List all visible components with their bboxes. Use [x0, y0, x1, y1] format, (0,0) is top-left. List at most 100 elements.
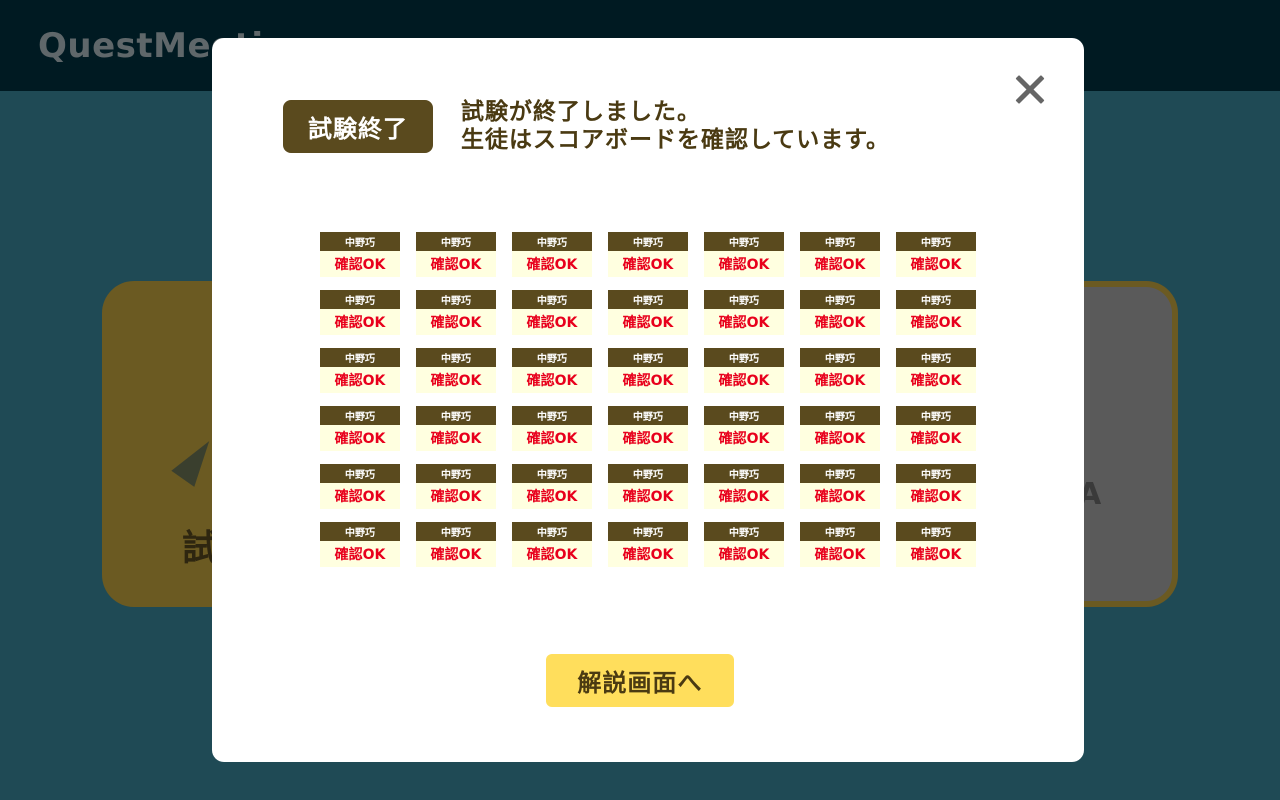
student-confirm-status: 確認OK — [608, 251, 688, 277]
student-name: 中野巧 — [704, 522, 784, 541]
student-name: 中野巧 — [704, 464, 784, 483]
student-name: 中野巧 — [320, 406, 400, 425]
student-confirm-status: 確認OK — [704, 367, 784, 393]
student-confirm-status: 確認OK — [512, 541, 592, 567]
student-confirm-status: 確認OK — [896, 251, 976, 277]
modal-message: 試験が終了しました。 生徒はスコアボードを確認しています。 — [461, 98, 890, 154]
student-confirm-status: 確認OK — [320, 483, 400, 509]
student-confirm-status: 確認OK — [320, 251, 400, 277]
student-name: 中野巧 — [608, 522, 688, 541]
student-tile: 中野巧 確認OK — [896, 348, 976, 393]
student-name: 中野巧 — [320, 464, 400, 483]
student-confirm-status: 確認OK — [800, 483, 880, 509]
student-confirm-status: 確認OK — [512, 483, 592, 509]
student-confirm-status: 確認OK — [704, 251, 784, 277]
student-confirm-status: 確認OK — [896, 367, 976, 393]
student-name: 中野巧 — [320, 232, 400, 251]
student-tile: 中野巧 確認OK — [800, 522, 880, 567]
exam-finished-modal: 試験終了 試験が終了しました。 生徒はスコアボードを確認しています。 中野巧 確認… — [212, 38, 1084, 762]
student-confirm-status: 確認OK — [800, 251, 880, 277]
student-tile: 中野巧 確認OK — [512, 348, 592, 393]
student-tile: 中野巧 確認OK — [704, 290, 784, 335]
student-confirm-status: 確認OK — [512, 309, 592, 335]
student-tile: 中野巧 確認OK — [704, 522, 784, 567]
student-confirm-status: 確認OK — [896, 309, 976, 335]
student-tile: 中野巧 確認OK — [320, 348, 400, 393]
student-tile: 中野巧 確認OK — [320, 290, 400, 335]
student-name: 中野巧 — [416, 290, 496, 309]
student-confirm-status: 確認OK — [608, 367, 688, 393]
student-confirm-status: 確認OK — [416, 367, 496, 393]
student-confirm-status: 確認OK — [512, 367, 592, 393]
student-name: 中野巧 — [896, 406, 976, 425]
student-name: 中野巧 — [608, 464, 688, 483]
student-name: 中野巧 — [800, 464, 880, 483]
student-tile: 中野巧 確認OK — [512, 464, 592, 509]
student-confirm-status: 確認OK — [512, 251, 592, 277]
status-badge: 試験終了 — [283, 100, 433, 153]
student-name: 中野巧 — [704, 290, 784, 309]
student-confirm-status: 確認OK — [416, 541, 496, 567]
student-name: 中野巧 — [320, 522, 400, 541]
student-tile: 中野巧 確認OK — [416, 348, 496, 393]
student-name: 中野巧 — [512, 464, 592, 483]
student-name: 中野巧 — [896, 348, 976, 367]
student-status-grid: 中野巧 確認OK 中野巧 確認OK 中野巧 確認OK 中野巧 確認OK 中野巧 確認OK 中野巧 確認… — [320, 232, 976, 567]
student-name: 中野巧 — [608, 232, 688, 251]
student-tile: 中野巧 確認OK — [416, 232, 496, 277]
close-icon[interactable] — [1010, 70, 1050, 110]
student-tile: 中野巧 確認OK — [608, 232, 688, 277]
student-tile: 中野巧 確認OK — [608, 406, 688, 451]
student-name: 中野巧 — [704, 406, 784, 425]
student-name: 中野巧 — [608, 290, 688, 309]
student-confirm-status: 確認OK — [896, 483, 976, 509]
student-confirm-status: 確認OK — [512, 425, 592, 451]
student-confirm-status: 確認OK — [608, 483, 688, 509]
student-name: 中野巧 — [608, 348, 688, 367]
student-confirm-status: 確認OK — [800, 425, 880, 451]
student-confirm-status: 確認OK — [320, 367, 400, 393]
student-name: 中野巧 — [800, 522, 880, 541]
student-tile: 中野巧 確認OK — [896, 290, 976, 335]
student-name: 中野巧 — [416, 232, 496, 251]
student-confirm-status: 確認OK — [800, 367, 880, 393]
explanation-screen-button[interactable]: 解説画面へ — [546, 654, 734, 707]
student-tile: 中野巧 確認OK — [704, 464, 784, 509]
student-tile: 中野巧 確認OK — [512, 290, 592, 335]
student-tile: 中野巧 確認OK — [320, 464, 400, 509]
student-name: 中野巧 — [800, 406, 880, 425]
student-name: 中野巧 — [896, 290, 976, 309]
student-tile: 中野巧 確認OK — [800, 290, 880, 335]
student-tile: 中野巧 確認OK — [896, 232, 976, 277]
student-name: 中野巧 — [416, 406, 496, 425]
student-tile: 中野巧 確認OK — [800, 464, 880, 509]
student-name: 中野巧 — [512, 232, 592, 251]
student-name: 中野巧 — [896, 232, 976, 251]
student-name: 中野巧 — [512, 348, 592, 367]
student-name: 中野巧 — [704, 232, 784, 251]
student-confirm-status: 確認OK — [896, 425, 976, 451]
student-name: 中野巧 — [416, 464, 496, 483]
student-name: 中野巧 — [416, 348, 496, 367]
student-confirm-status: 確認OK — [416, 251, 496, 277]
student-name: 中野巧 — [512, 290, 592, 309]
student-confirm-status: 確認OK — [416, 425, 496, 451]
student-confirm-status: 確認OK — [608, 425, 688, 451]
student-name: 中野巧 — [800, 348, 880, 367]
student-tile: 中野巧 確認OK — [800, 348, 880, 393]
student-confirm-status: 確認OK — [416, 483, 496, 509]
student-confirm-status: 確認OK — [800, 309, 880, 335]
student-tile: 中野巧 確認OK — [416, 290, 496, 335]
student-confirm-status: 確認OK — [320, 309, 400, 335]
student-tile: 中野巧 確認OK — [896, 522, 976, 567]
message-line-1: 試験が終了しました。 — [461, 99, 701, 125]
student-name: 中野巧 — [320, 348, 400, 367]
student-confirm-status: 確認OK — [704, 309, 784, 335]
student-tile: 中野巧 確認OK — [320, 406, 400, 451]
student-tile: 中野巧 確認OK — [800, 406, 880, 451]
student-tile: 中野巧 確認OK — [608, 290, 688, 335]
student-confirm-status: 確認OK — [608, 309, 688, 335]
student-tile: 中野巧 確認OK — [320, 522, 400, 567]
student-confirm-status: 確認OK — [800, 541, 880, 567]
student-confirm-status: 確認OK — [416, 309, 496, 335]
